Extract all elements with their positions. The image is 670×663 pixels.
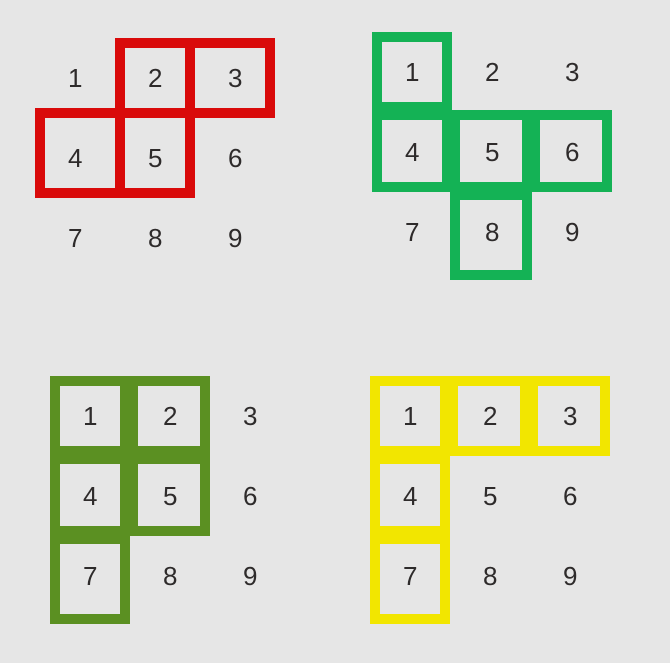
cell-8: 8 [163,563,177,589]
cell-6: 6 [243,483,257,509]
cell-8: 8 [148,225,162,251]
cell-9: 9 [565,219,579,245]
outline-cell-5 [128,454,210,536]
outline-cell-2 [448,376,530,456]
outline-cell-2 [128,376,210,456]
outline-cell-3 [528,376,610,456]
outline-cell-1 [50,376,130,456]
outline-cell-1 [372,32,452,112]
cell-9: 9 [563,563,577,589]
cell-2: 2 [485,59,499,85]
cell-8: 8 [483,563,497,589]
outline-cell-2 [115,38,195,118]
outline-cell-3 [185,38,275,118]
grid: 1 2 3 4 5 6 7 8 9 [50,376,290,624]
outline-cell-7 [370,534,450,624]
figure-green-t: 1 2 3 4 5 6 7 8 9 [372,32,612,280]
outline-cell-4 [370,454,450,536]
outline-cell-5 [450,110,532,192]
cell-3: 3 [243,403,257,429]
cell-9: 9 [228,225,242,251]
cell-6: 6 [563,483,577,509]
outline-cell-8 [450,190,532,280]
outline-cell-4 [50,454,130,536]
outline-cell-4 [372,110,452,192]
cell-7: 7 [405,219,419,245]
figure-olive-p: 1 2 3 4 5 6 7 8 9 [50,376,290,624]
grid: 1 2 3 4 5 6 7 8 9 [370,376,610,624]
cell-9: 9 [243,563,257,589]
grid: 1 2 3 4 5 6 7 8 9 [35,38,275,278]
outline-cell-6 [530,110,612,192]
figure-red-s: 1 2 3 4 5 6 7 8 9 [35,38,275,278]
figure-yellow-l: 1 2 3 4 5 6 7 8 9 [370,376,610,624]
outline-cell-4 [35,108,125,198]
cell-7: 7 [68,225,82,251]
cell-3: 3 [565,59,579,85]
cell-5: 5 [483,483,497,509]
cell-6: 6 [228,145,242,171]
outline-cell-5 [115,108,195,198]
outline-cell-7 [50,534,130,624]
cell-1: 1 [68,65,82,91]
outline-cell-1 [370,376,450,456]
grid: 1 2 3 4 5 6 7 8 9 [372,32,612,280]
